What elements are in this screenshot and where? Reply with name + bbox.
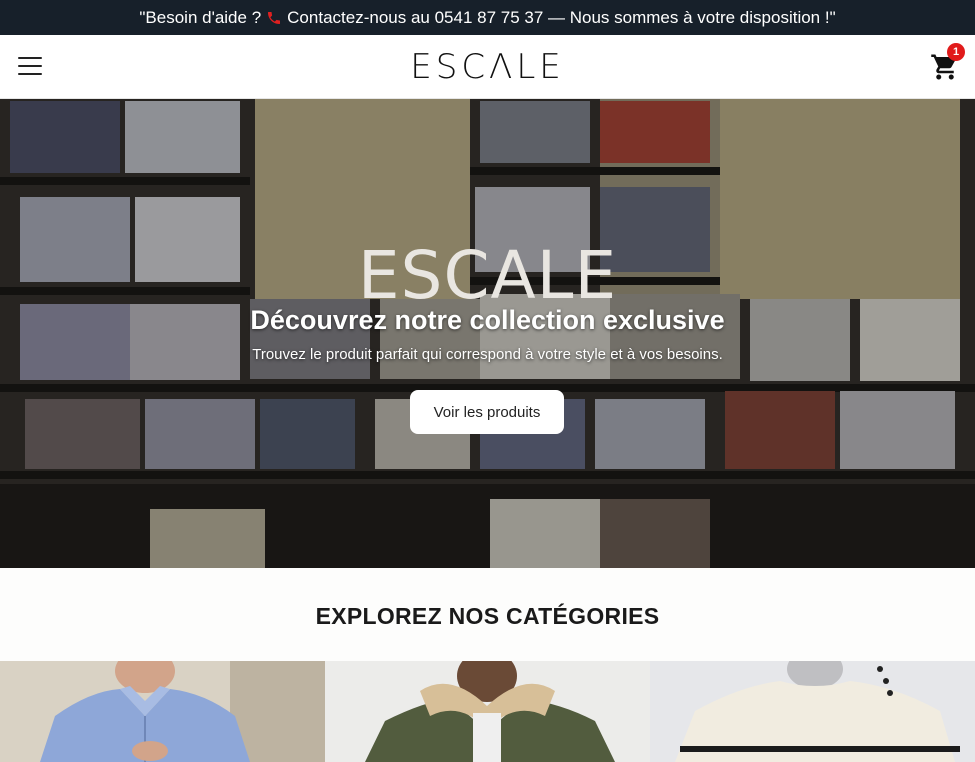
hero-title: ESCALE [357,237,618,314]
site-logo[interactable]: ESCΛLE [0,47,975,87]
category-card-shirts[interactable] [0,661,325,762]
view-products-button[interactable]: Voir les produits [410,390,564,434]
announcement-bar: "Besoin d'aide ? Contactez-nous au 0541 … [0,0,975,35]
category-card-jackets[interactable] [325,661,650,762]
announcement-text-start: "Besoin d'aide ? [139,7,262,27]
site-header: ESCΛLE [0,35,975,99]
categories-heading: EXPLOREZ NOS CATÉGORIES [315,603,660,629]
category-card-sweaters[interactable] [650,661,975,762]
blue-shirt-photo [0,661,325,762]
hero-banner: ESCALE Découvrez notre collection exclus… [0,99,975,568]
announcement-text-contact: Contactez-nous au 0541 87 75 37 — Nous s… [287,7,836,27]
phone-icon [265,9,283,27]
cart-count-badge: 1 [947,43,965,61]
hero-subtitle: Découvrez notre collection exclusive [250,305,725,335]
bomber-jacket-photo [325,661,650,762]
category-grid [0,661,975,762]
striped-sweater-photo [650,661,975,762]
hero-description: Trouvez le produit parfait qui correspon… [252,346,723,363]
